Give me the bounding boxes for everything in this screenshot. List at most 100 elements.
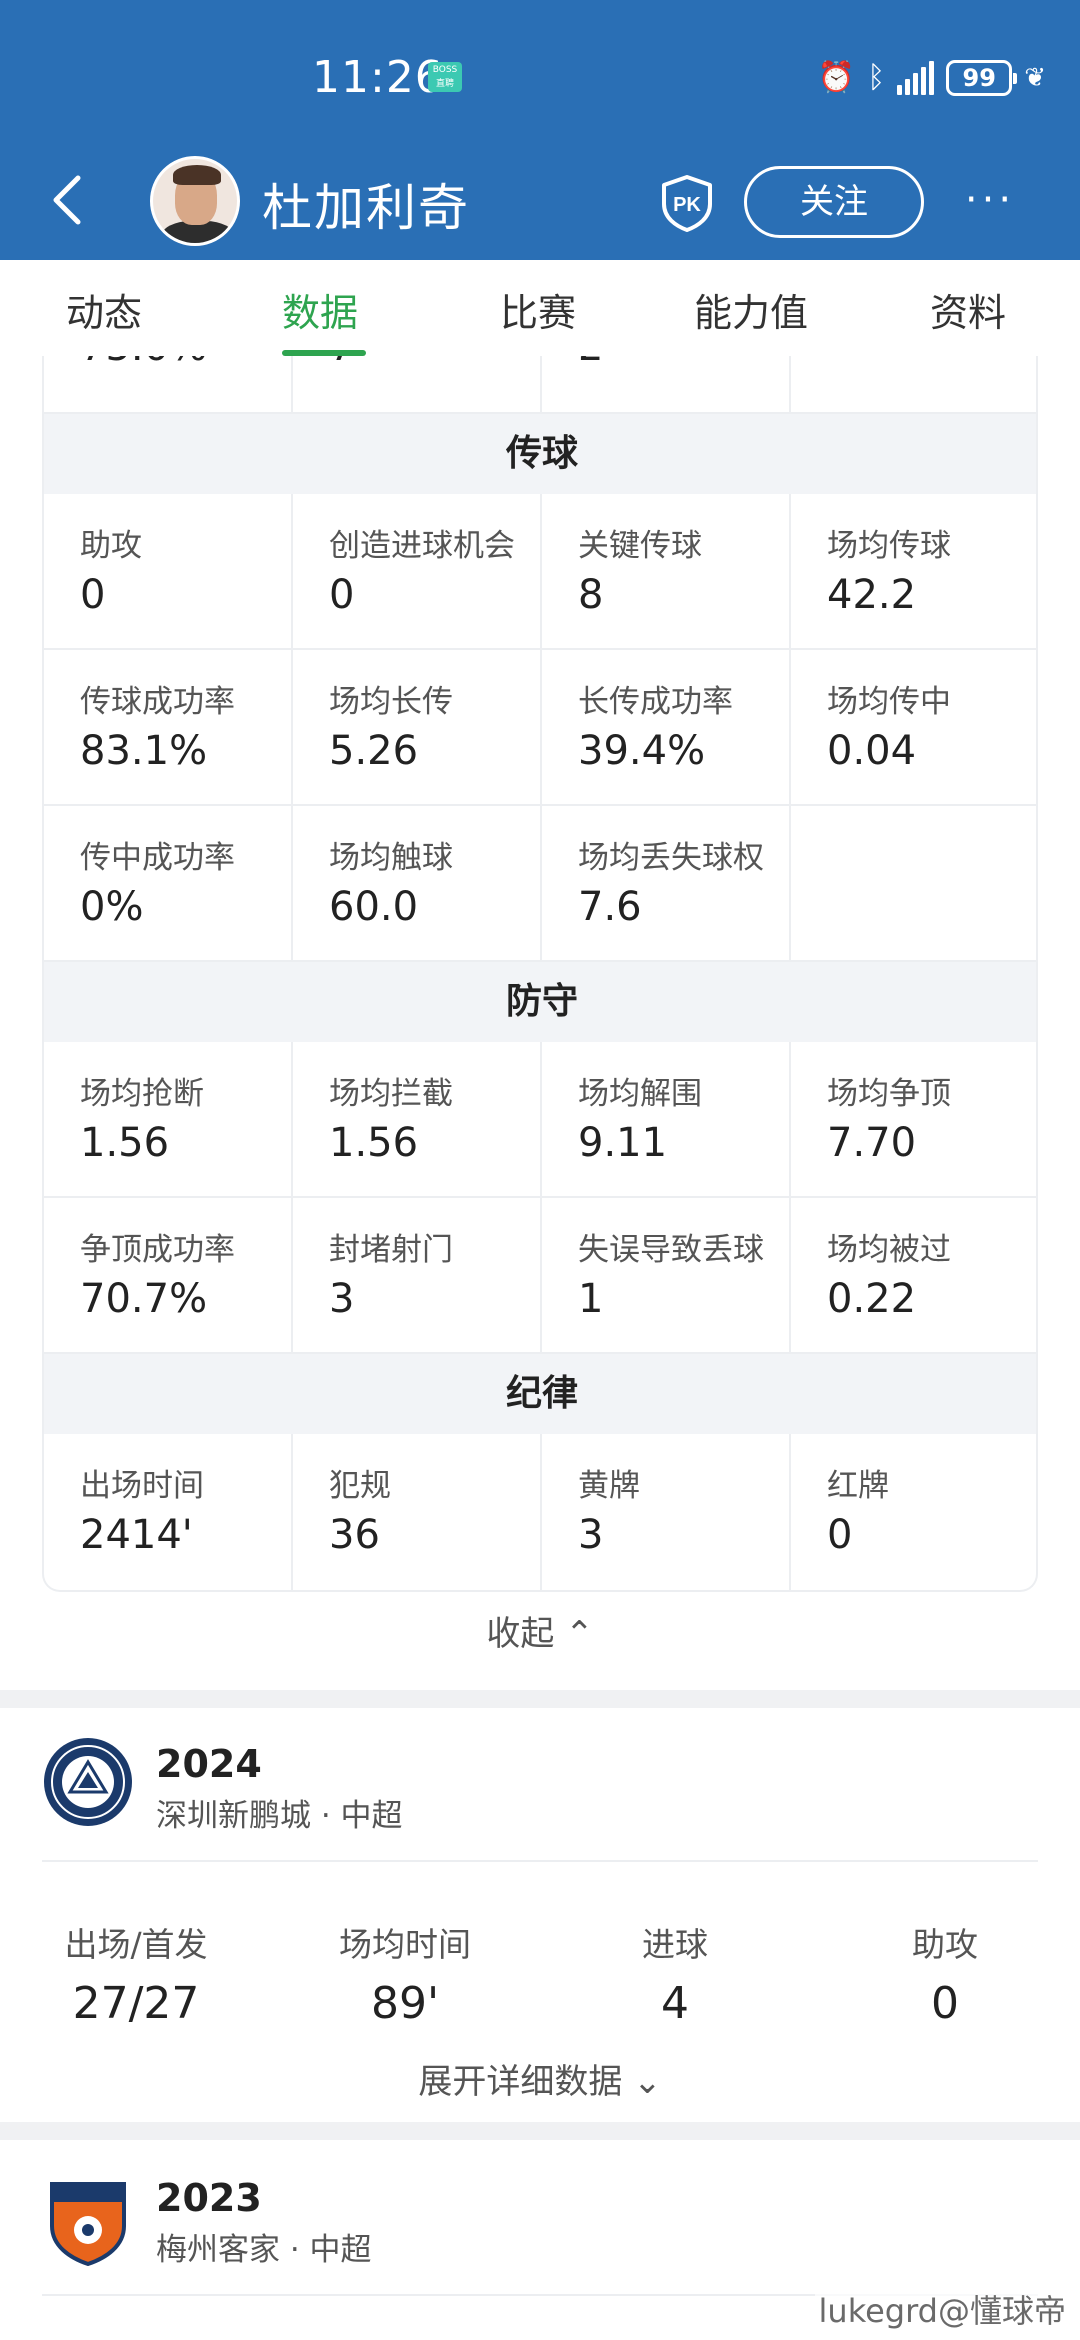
stat-cell: 争顶成功率 70.7% bbox=[44, 1198, 293, 1354]
stat-cell bbox=[791, 806, 1036, 962]
expand-details-button[interactable]: 展开详细数据 ⌄ bbox=[0, 2054, 1080, 2103]
summary-goals: 进球 4 bbox=[540, 1918, 810, 2029]
stat-label: 场均被过 bbox=[827, 1232, 951, 1268]
stat-label: 传中成功率 bbox=[80, 840, 235, 876]
season-divider bbox=[42, 1860, 1038, 1862]
leaf-icon: ❦ bbox=[1024, 63, 1046, 93]
stat-value: 3 bbox=[329, 1276, 355, 1322]
stat-cell: 封堵射门 3 bbox=[293, 1198, 542, 1354]
table-row: 助攻 0 创造进球机会 0 关键传球 8 场均传球 42.2 bbox=[44, 494, 1036, 650]
stat-label: 场均抢断 bbox=[80, 1076, 204, 1112]
status-time: 11:26 bbox=[312, 52, 444, 103]
stat-value: 3 bbox=[578, 1512, 604, 1558]
stat-cell: 场均长传 5.26 bbox=[293, 650, 542, 806]
stat-value: 83.1% bbox=[80, 728, 208, 774]
player-name: 杜加利奇 bbox=[262, 179, 470, 237]
stat-cell: 场均传中 0.04 bbox=[791, 650, 1036, 806]
stat-cell: 出场时间 2414' bbox=[44, 1434, 293, 1590]
section-title-discipline: 纪律 bbox=[44, 1354, 1036, 1434]
summary-value: 89' bbox=[370, 1978, 440, 2029]
collapse-button[interactable]: 收起 ⌃ bbox=[0, 1606, 1080, 1655]
stat-value: 0.22 bbox=[827, 1276, 917, 1322]
alarm-icon: ⏰ bbox=[817, 60, 856, 95]
tab-profile[interactable]: 资料 bbox=[930, 282, 1006, 337]
status-icons: ⏰ ᛒ 99 ❦ bbox=[818, 56, 1046, 100]
tab-data[interactable]: 数据 bbox=[282, 282, 358, 337]
stat-label: 助攻 bbox=[80, 528, 142, 564]
stat-value: 7.6 bbox=[578, 884, 642, 930]
active-tab-indicator bbox=[282, 350, 366, 356]
chevron-left-icon bbox=[53, 175, 81, 225]
section-title-defense: 防守 bbox=[44, 962, 1036, 1042]
stat-value: 8 bbox=[578, 572, 604, 618]
stat-value: 0 bbox=[329, 572, 355, 618]
stat-label: 犯规 bbox=[329, 1468, 391, 1504]
stat-label: 封堵射门 bbox=[329, 1232, 453, 1268]
stat-label: 场均长传 bbox=[329, 684, 453, 720]
stat-cell: 传中成功率 0% bbox=[44, 806, 293, 962]
summary-value: 27/27 bbox=[72, 1978, 200, 2029]
stat-label: 红牌 bbox=[827, 1468, 889, 1504]
stat-cell: 犯规 36 bbox=[293, 1434, 542, 1590]
tab-matches[interactable]: 比赛 bbox=[500, 282, 576, 337]
stat-cell: 场均丢失球权 7.6 bbox=[542, 806, 791, 962]
meizhou-club-logo-icon bbox=[50, 2182, 126, 2266]
tab-feed[interactable]: 动态 bbox=[66, 282, 142, 337]
stat-cell: 创造进球机会 0 bbox=[293, 494, 542, 650]
summary-value: 0 bbox=[931, 1978, 959, 2029]
pk-label: PK bbox=[673, 194, 701, 216]
stat-label: 场均丢失球权 bbox=[578, 840, 764, 876]
tab-bar: 动态 数据 比赛 能力值 资料 bbox=[0, 260, 1080, 356]
back-button[interactable] bbox=[48, 170, 98, 230]
stat-value: 39.4% bbox=[578, 728, 706, 774]
bluetooth-icon: ᛒ bbox=[867, 60, 886, 95]
signal-icon bbox=[897, 61, 935, 95]
stat-label: 传球成功率 bbox=[80, 684, 235, 720]
stat-label: 黄牌 bbox=[578, 1468, 640, 1504]
status-bar: 11:26 BOSS 直聘 ⏰ ᛒ 99 ❦ bbox=[0, 52, 1080, 108]
section-divider bbox=[0, 1690, 1080, 1708]
season-card-2024[interactable]: 2024 深圳新鹏城 · 中超 出场/首发 27/27 场均时间 89' 进球 … bbox=[0, 1708, 1080, 2120]
stat-cell: 关键传球 8 bbox=[542, 494, 791, 650]
stat-label: 创造进球机会 bbox=[329, 528, 515, 564]
stat-cell: 助攻 0 bbox=[44, 494, 293, 650]
stat-label: 场均传球 bbox=[827, 528, 951, 564]
pk-button[interactable]: PK bbox=[660, 174, 714, 232]
stat-cell: 黄牌 3 bbox=[542, 1434, 791, 1590]
season-club: 深圳新鹏城 · 中超 bbox=[156, 1798, 403, 1834]
stat-label: 场均触球 bbox=[329, 840, 453, 876]
stat-label: 关键传球 bbox=[578, 528, 702, 564]
stat-cell: 场均触球 60.0 bbox=[293, 806, 542, 962]
battery-icon: 99 bbox=[946, 60, 1018, 96]
stat-value: 1 bbox=[578, 1276, 604, 1322]
season-year: 2023 bbox=[156, 2176, 262, 2220]
table-row: 传中成功率 0% 场均触球 60.0 场均丢失球权 7.6 bbox=[44, 806, 1036, 962]
stat-value: 2414' bbox=[80, 1512, 193, 1558]
stat-value: 5.26 bbox=[329, 728, 419, 774]
table-row: 出场时间 2414' 犯规 36 黄牌 3 红牌 0 bbox=[44, 1434, 1036, 1590]
shenzhen-club-logo-icon bbox=[44, 1738, 132, 1826]
season-year: 2024 bbox=[156, 1742, 262, 1786]
player-avatar[interactable] bbox=[150, 156, 240, 246]
summary-assists: 助攻 0 bbox=[810, 1918, 1080, 2029]
stat-cell: 失误导致丢球 1 bbox=[542, 1198, 791, 1354]
stat-cell: 场均拦截 1.56 bbox=[293, 1042, 542, 1198]
table-row: 场均抢断 1.56 场均拦截 1.56 场均解围 9.11 场均争顶 7.70 bbox=[44, 1042, 1036, 1198]
stat-value: 0 bbox=[827, 1512, 853, 1558]
table-row: 争顶成功率 70.7% 封堵射门 3 失误导致丢球 1 场均被过 0.22 bbox=[44, 1198, 1036, 1354]
stat-value: 70.7% bbox=[80, 1276, 208, 1322]
summary-label: 助攻 bbox=[912, 1925, 978, 1964]
stat-cell: 场均传球 42.2 bbox=[791, 494, 1036, 650]
tab-ability[interactable]: 能力值 bbox=[694, 282, 808, 337]
stat-value: 1.56 bbox=[80, 1120, 170, 1166]
stat-label: 场均拦截 bbox=[329, 1076, 453, 1112]
app-header: 11:26 BOSS 直聘 ⏰ ᛒ 99 ❦ 杜加利奇 PK 关注 ··· bbox=[0, 0, 1080, 260]
summary-avg-time: 场均时间 89' bbox=[270, 1918, 540, 2029]
boss-notification-icon: BOSS 直聘 bbox=[428, 62, 462, 92]
follow-button[interactable]: 关注 bbox=[744, 166, 924, 238]
stat-cell: 场均解围 9.11 bbox=[542, 1042, 791, 1198]
section-title-passing: 传球 bbox=[44, 414, 1036, 494]
stat-label: 场均传中 bbox=[827, 684, 951, 720]
more-options-icon[interactable]: ··· bbox=[955, 170, 1025, 230]
section-divider bbox=[0, 2122, 1080, 2140]
